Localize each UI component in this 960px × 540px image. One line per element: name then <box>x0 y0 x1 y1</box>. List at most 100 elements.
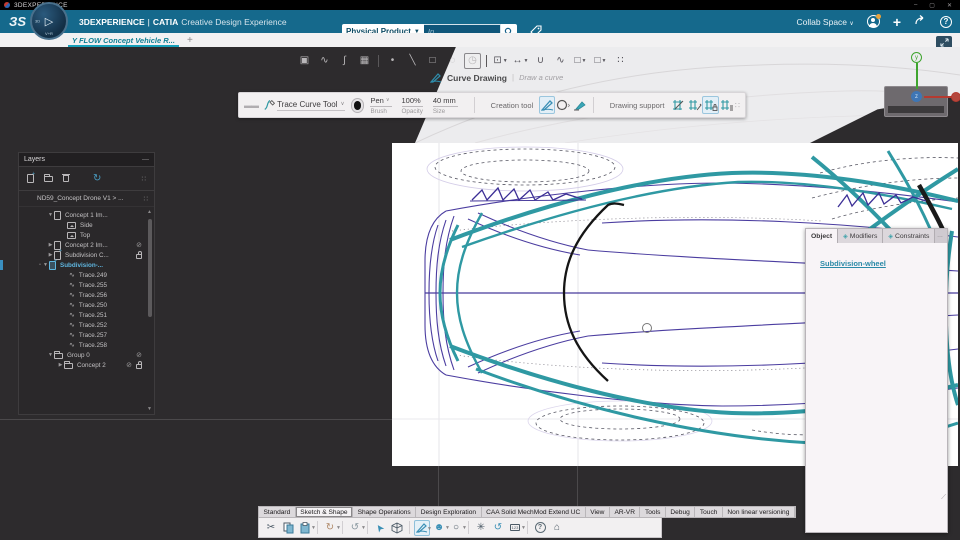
paste-icon[interactable]: ▼ <box>297 520 316 536</box>
tab-caa-solid-mechmod[interactable]: CAA Solid MechMod Extend UC <box>482 507 586 517</box>
line-tool-icon[interactable]: ╲ <box>404 53 421 69</box>
circle-tool-icon[interactable]: ○ ▼ <box>448 520 467 536</box>
scroll-up-icon[interactable]: ▲ <box>147 209 152 215</box>
lock-icon[interactable] <box>136 361 142 369</box>
tab-standard[interactable]: Standard <box>259 507 296 517</box>
transform-tool-icon[interactable]: ↔ ▼ <box>512 53 529 69</box>
layer-row-top[interactable]: Top <box>19 230 154 240</box>
sketch-curve-tool-icon[interactable]: ∿ <box>316 53 333 69</box>
add-content-button[interactable]: + <box>893 15 901 29</box>
redo-icon[interactable]: ↻ ▼ <box>322 520 341 536</box>
panel-resize-grip[interactable]: ⟋ <box>941 494 946 502</box>
u-curve-tool-icon[interactable]: ∪ <box>532 53 549 69</box>
layer-row-trace[interactable]: ∿ Trace.252 <box>19 320 154 330</box>
curve-fit-tool-icon[interactable]: ∿ <box>552 53 569 69</box>
tab-shape-operations[interactable]: Shape Operations <box>353 507 417 517</box>
tab-modifiers[interactable]: ◈ Modifiers <box>838 229 884 243</box>
point-tool-icon[interactable]: • <box>384 53 401 69</box>
brush-color-swatch[interactable] <box>350 97 365 113</box>
cube-view-tool-icon[interactable]: □ ▼ <box>572 53 589 69</box>
home-icon[interactable]: ⌂ <box>549 520 565 536</box>
lasso-select-icon[interactable]: ◌ <box>444 53 461 69</box>
tab-design-exploration[interactable]: Design Exploration <box>416 507 482 517</box>
scroll-down-icon[interactable]: ▼ <box>147 406 152 412</box>
tab-non-linear-versioning[interactable]: Non linear versioning <box>723 507 795 517</box>
tab-debug[interactable]: Debug <box>666 507 696 517</box>
support-plane-lock-icon[interactable] <box>702 96 720 114</box>
collapse-arrow-icon[interactable]: ▼ <box>47 212 54 218</box>
3d-compass[interactable]: ▷ 3D V+R <box>30 2 68 40</box>
tab-tools[interactable]: Tools <box>640 507 666 517</box>
layer-row-side[interactable]: Side <box>19 220 154 230</box>
layer-row-subdivision-selected[interactable]: • ▼ Subdivision-... <box>0 258 154 270</box>
share-icon[interactable] <box>914 13 927 31</box>
sync-layers-icon[interactable]: ↻ <box>93 173 101 184</box>
support-plane-pen-icon[interactable] <box>670 96 686 114</box>
layer-row-trace[interactable]: ∿ Trace.250 <box>19 300 154 310</box>
toolbar-more-handle[interactable]: ∷ <box>735 101 740 110</box>
curve-drawing-icon[interactable]: ▼ <box>414 519 432 536</box>
layer-row-trace[interactable]: ∿ Trace.256 <box>19 290 154 300</box>
cube-view-icon[interactable] <box>389 520 405 536</box>
tab-touch[interactable]: Touch <box>695 507 723 517</box>
new-tab-button[interactable]: + <box>187 35 193 46</box>
action-bar-handle-icon[interactable]: ∷ <box>612 53 629 69</box>
collab-space-dropdown[interactable]: Collab Space ∨ <box>796 17 853 27</box>
toolbar-drag-handle[interactable]: ▬▬ <box>244 101 259 110</box>
cube-snap-tool-icon[interactable]: □ ▼ <box>592 53 609 69</box>
new-layer-icon[interactable] <box>27 171 35 183</box>
layer-row-concept2-im[interactable]: ▶ Concept 2 Im... ⊘ <box>19 240 154 250</box>
tab-constraints[interactable]: ◈ Constraints <box>883 229 936 243</box>
robot-y-axis-icon[interactable]: y <box>911 52 922 63</box>
new-group-icon[interactable] <box>44 173 53 182</box>
tool-selector-dropdown[interactable]: Trace Curve Tool ∨ <box>277 100 345 111</box>
cut-icon[interactable]: ✂ <box>263 520 279 536</box>
layer-row-trace[interactable]: ∿ Trace.249 <box>19 270 154 280</box>
opacity-field[interactable]: 100% Opacity <box>401 96 423 115</box>
layer-row-trace[interactable]: ∿ Trace.257 <box>19 330 154 340</box>
layer-row-subdivision-c[interactable]: ▶ Subdivision C... <box>19 248 154 260</box>
support-plane-list-icon[interactable] <box>719 96 735 114</box>
lock-icon[interactable] <box>136 251 142 259</box>
tab-concept-vehicle[interactable]: Y FLOW Concept Vehicle R... <box>66 33 181 47</box>
sketch-grid-tool-icon[interactable]: ▦ <box>356 53 373 69</box>
layer-row-trace[interactable]: ∿ Trace.255 <box>19 280 154 290</box>
tab-ar-vr[interactable]: AR-VR <box>610 507 641 517</box>
hidden-eye-icon[interactable]: ⊘ <box>136 241 142 249</box>
user-profile-icon[interactable] <box>866 14 881 28</box>
subdivision-wheel-link[interactable]: Subdivision-wheel <box>820 259 886 268</box>
expand-arrow-icon[interactable]: ▶ <box>47 242 54 248</box>
measure-robot-icon[interactable]: 123 ▼ <box>507 520 526 536</box>
trace-history-tool-icon[interactable]: ◷ <box>464 52 481 69</box>
tab-view[interactable]: View <box>586 507 610 517</box>
breadcrumb[interactable]: ND59_Concept Drone V1 > ... <box>37 195 124 202</box>
compass-play-icon[interactable]: ▷ <box>45 15 53 28</box>
select-cursor-icon[interactable]: ➤ <box>369 516 391 538</box>
tab-sketch-shape[interactable]: Sketch & Shape <box>295 507 354 517</box>
panel-minimize-icon[interactable]: — <box>142 156 149 163</box>
layers-panel-titlebar[interactable]: Layers — <box>19 153 154 167</box>
robot-z-axis-icon[interactable]: z <box>911 91 922 102</box>
brush-type-field[interactable]: Pen ∨ Brush <box>370 96 392 115</box>
layers-toolbar-handle-icon[interactable]: ∷ <box>142 175 146 183</box>
robot-x-axis-icon[interactable] <box>951 92 960 102</box>
axis-star-icon[interactable]: ✳ <box>473 520 489 536</box>
sculpt-head-icon[interactable]: ☻ ▼ <box>431 520 450 536</box>
expand-arrow-icon[interactable]: ▶ <box>47 252 54 258</box>
image-frame-tool-icon[interactable]: ▣ <box>296 53 313 69</box>
size-field[interactable]: 40 mm Size <box>432 96 458 115</box>
loop-edit-icon[interactable]: ↺ <box>490 520 506 536</box>
expand-arrow-icon[interactable]: ▶ <box>57 362 64 368</box>
copy-icon[interactable] <box>280 520 296 536</box>
delete-layer-icon[interactable] <box>62 173 70 182</box>
minimize-button[interactable]: – <box>914 2 917 9</box>
tab-object[interactable]: Object <box>806 229 839 243</box>
layers-scrollbar[interactable]: ▲ ▼ <box>147 209 152 412</box>
hidden-eye-icon[interactable]: ⊘ <box>136 351 142 359</box>
support-plane-edit-icon[interactable] <box>686 96 702 114</box>
hidden-eye-icon[interactable]: ⊘ <box>126 361 132 369</box>
close-button[interactable]: ✕ <box>947 2 952 9</box>
breadcrumb-handle-icon[interactable]: ∷ <box>144 195 148 203</box>
layer-row-concept1[interactable]: ▼ Concept 1 Im... <box>19 210 154 220</box>
eraser-tool-icon[interactable] <box>571 96 587 114</box>
